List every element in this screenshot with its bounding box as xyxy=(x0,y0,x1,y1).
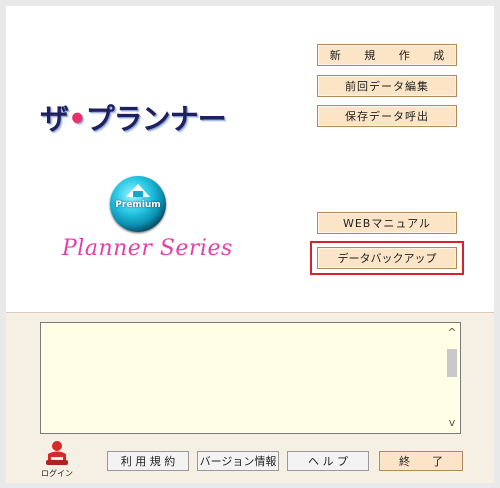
message-area[interactable]: ^ v xyxy=(40,322,461,434)
premium-emblem: Premium xyxy=(110,176,166,232)
scroll-thumb[interactable] xyxy=(447,349,457,377)
load-saved-button[interactable]: 保存データ呼出 xyxy=(317,105,457,127)
logo-title-part1: ザ xyxy=(40,102,69,136)
web-manual-button[interactable]: WEBマニュアル xyxy=(317,212,457,234)
logo-title-part2: プランナー xyxy=(85,102,227,136)
login-button[interactable]: ログイン xyxy=(36,440,78,482)
help-button[interactable]: ヘ ル プ xyxy=(287,451,369,471)
scrollbar[interactable]: ^ v xyxy=(444,323,460,433)
logo-dot: • xyxy=(68,102,87,136)
edit-previous-button[interactable]: 前回データ編集 xyxy=(317,75,457,97)
terms-button[interactable]: 利 用 規 約 xyxy=(107,451,189,471)
main-window: ザ•プランナー Premium Planner Series 新 規 作 成 前… xyxy=(6,6,494,483)
login-label: ログイン xyxy=(41,469,73,478)
scroll-down-icon[interactable]: v xyxy=(444,415,460,431)
scroll-up-icon[interactable]: ^ xyxy=(444,325,460,341)
data-backup-button[interactable]: データバックアップ xyxy=(317,247,457,269)
version-info-button[interactable]: バージョン情報 xyxy=(197,451,279,471)
app-logo: ザ•プランナー xyxy=(40,96,227,138)
login-person-icon xyxy=(46,441,68,465)
exit-button[interactable]: 終 了 xyxy=(379,451,463,471)
series-title: Planner Series xyxy=(62,236,233,261)
new-create-button[interactable]: 新 規 作 成 xyxy=(317,44,457,66)
emblem-label: Premium xyxy=(115,200,161,210)
